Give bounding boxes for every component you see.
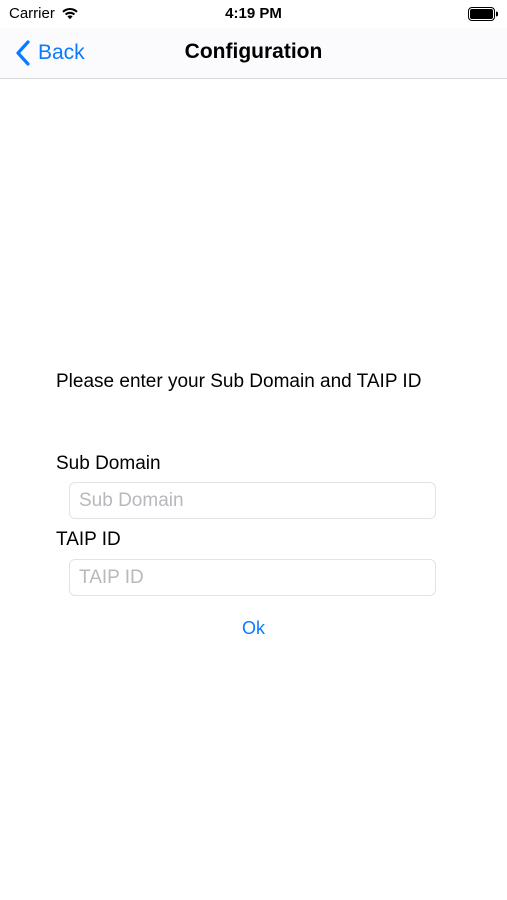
sub-domain-label: Sub Domain xyxy=(56,453,161,474)
status-bar: Carrier 4:19 PM xyxy=(0,0,507,28)
clock-label: 4:19 PM xyxy=(225,5,282,22)
ok-button-row: Ok xyxy=(0,618,507,639)
battery-icon xyxy=(468,7,498,21)
sub-domain-input[interactable] xyxy=(69,482,436,519)
taip-id-input[interactable] xyxy=(69,559,436,596)
navigation-bar: Back Configuration xyxy=(0,28,507,79)
ok-button[interactable]: Ok xyxy=(232,614,275,642)
taip-id-label: TAIP ID xyxy=(56,529,121,550)
page-title: Configuration xyxy=(184,40,323,63)
configuration-screen: Carrier 4:19 PM Back Configuration Pleas… xyxy=(0,0,507,900)
instruction-text: Please enter your Sub Domain and TAIP ID xyxy=(56,371,422,392)
